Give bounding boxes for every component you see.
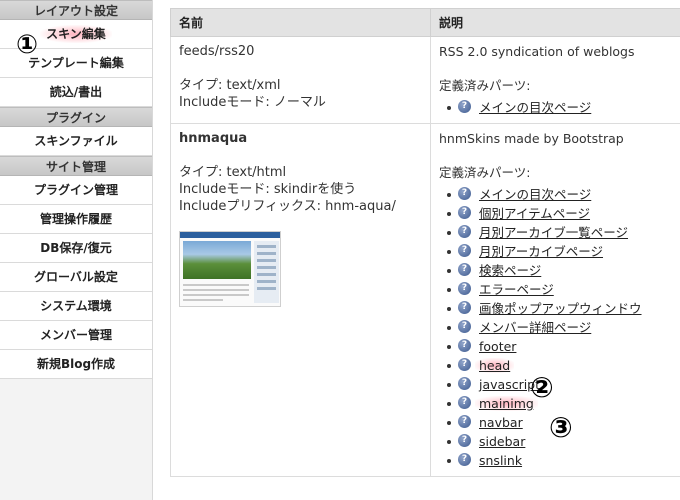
part-link[interactable]: head xyxy=(475,358,515,373)
table-row: feeds/rss20 タイプ: text/xml Includeモード: ノー… xyxy=(170,36,680,124)
skin-name: hnmaqua xyxy=(179,131,248,146)
part-link[interactable]: footer xyxy=(479,339,516,354)
help-icon[interactable]: ? xyxy=(458,206,471,219)
list-item: ? 月別アーカイブページ xyxy=(439,242,674,261)
list-item: ? メンバー詳細ページ xyxy=(439,318,674,337)
help-icon[interactable]: ? xyxy=(458,453,471,466)
sidebar-item-label: 新規Blog作成 xyxy=(36,357,116,371)
skin-description-cell: RSS 2.0 syndication of weblogs 定義済みパーツ: … xyxy=(430,36,680,124)
part-link[interactable]: エラーページ xyxy=(479,282,554,297)
part-link[interactable]: snslink xyxy=(479,453,522,468)
skin-name-cell: hnmaqua タイプ: text/html Includeモード: skind… xyxy=(170,123,431,477)
skin-include-mode: Includeモード: skindirを使う xyxy=(179,182,357,197)
sidebar-heading-site-admin: サイト管理 xyxy=(0,156,152,176)
table-header-row: 名前 説明 xyxy=(170,8,680,37)
help-icon[interactable]: ? xyxy=(458,320,471,333)
help-icon[interactable]: ? xyxy=(458,377,471,390)
help-icon[interactable]: ? xyxy=(458,100,471,113)
sidebar-heading-plugins: プラグイン xyxy=(0,107,152,127)
part-link[interactable]: 月別アーカイブページ xyxy=(479,244,603,259)
list-item: ? footer xyxy=(439,337,674,356)
part-link[interactable]: 検索ページ xyxy=(479,263,541,278)
part-link[interactable]: 個別アイテムページ xyxy=(479,206,590,221)
sidebar-item-db-backup[interactable]: DB保存/復元 xyxy=(0,234,152,263)
list-item: ? メインの目次ページ xyxy=(439,185,674,204)
list-item: ? head xyxy=(439,356,674,375)
sidebar-item-new-blog[interactable]: 新規Blog作成 xyxy=(0,350,152,379)
part-link[interactable]: 画像ポップアップウィンドウ xyxy=(479,301,642,316)
sidebar-item-plugin-admin[interactable]: プラグイン管理 xyxy=(0,176,152,205)
sidebar-item-action-log[interactable]: 管理操作履歴 xyxy=(0,205,152,234)
part-link[interactable]: メインの目次ページ xyxy=(479,100,591,115)
help-icon[interactable]: ? xyxy=(458,263,471,276)
help-icon[interactable]: ? xyxy=(458,434,471,447)
help-icon[interactable]: ? xyxy=(458,339,471,352)
list-item: ? snslink xyxy=(439,451,674,470)
list-item: ? 画像ポップアップウィンドウ xyxy=(439,299,674,318)
parts-list: ? メインの目次ページ xyxy=(439,98,674,117)
part-link[interactable]: sidebar xyxy=(479,434,525,449)
help-icon[interactable]: ? xyxy=(458,415,471,428)
parts-label: 定義済みパーツ: xyxy=(439,78,531,93)
skin-name: feeds/rss20 xyxy=(179,44,255,59)
sidebar-item-import-export[interactable]: 読込/書出 xyxy=(0,78,152,107)
sidebar-item-label: 管理操作履歴 xyxy=(39,212,112,226)
help-icon[interactable]: ? xyxy=(458,282,471,295)
skin-name-cell: feeds/rss20 タイプ: text/xml Includeモード: ノー… xyxy=(170,36,431,124)
sidebar-item-label: グローバル設定 xyxy=(34,270,118,284)
part-link[interactable]: navbar xyxy=(479,415,523,430)
skin-type: タイプ: text/html xyxy=(179,165,287,180)
sidebar-item-system-env[interactable]: システム環境 xyxy=(0,292,152,321)
help-icon[interactable]: ? xyxy=(458,358,471,371)
sidebar-item-label: テンプレート編集 xyxy=(28,56,124,70)
sidebar-item-label: メンバー管理 xyxy=(39,328,112,342)
sidebar-item-label: スキン編集 xyxy=(40,25,112,43)
sidebar-item-label: スキンファイル xyxy=(34,134,118,148)
sidebar-item-label: DB保存/復元 xyxy=(40,241,112,255)
column-header-name: 名前 xyxy=(170,8,431,37)
sidebar-item-label: 読込/書出 xyxy=(49,85,103,99)
annotation-marker-2: ② xyxy=(530,371,554,404)
sidebar-item-label: プラグイン管理 xyxy=(33,183,118,197)
admin-sidebar: レイアウト設定 スキン編集 テンプレート編集 読込/書出 プラグイン スキンファ… xyxy=(0,0,153,500)
skin-table: 名前 説明 feeds/rss20 タイプ: text/xml Includeモ… xyxy=(170,8,680,477)
part-link[interactable]: メンバー詳細ページ xyxy=(479,320,591,335)
sidebar-item-skin-files[interactable]: スキンファイル xyxy=(0,127,152,156)
sidebar-item-member-admin[interactable]: メンバー管理 xyxy=(0,321,152,350)
list-item: ? 月別アーカイブ一覧ページ xyxy=(439,223,674,242)
help-icon[interactable]: ? xyxy=(458,301,471,314)
help-icon[interactable]: ? xyxy=(458,187,471,200)
annotation-marker-1: ① xyxy=(16,30,39,60)
skin-description: RSS 2.0 syndication of weblogs xyxy=(439,44,635,59)
annotation-marker-3: ③ xyxy=(549,411,573,444)
part-link[interactable]: メインの目次ページ xyxy=(479,187,591,202)
column-header-description: 説明 xyxy=(430,8,680,37)
skin-include-mode: Includeモード: ノーマル xyxy=(179,95,326,110)
list-item: ? エラーページ xyxy=(439,280,674,299)
help-icon[interactable]: ? xyxy=(458,244,471,257)
sidebar-heading-layout: レイアウト設定 xyxy=(0,0,152,20)
list-item: ? 検索ページ xyxy=(439,261,674,280)
skin-thumbnail xyxy=(179,231,281,307)
sidebar-item-label: システム環境 xyxy=(40,299,112,313)
skin-list-panel: 名前 説明 feeds/rss20 タイプ: text/xml Includeモ… xyxy=(170,8,680,500)
list-item: ? 個別アイテムページ xyxy=(439,204,674,223)
help-icon[interactable]: ? xyxy=(458,225,471,238)
part-link[interactable]: 月別アーカイブ一覧ページ xyxy=(479,225,628,240)
skin-type: タイプ: text/xml xyxy=(179,78,281,93)
part-link[interactable]: mainimg xyxy=(475,396,538,411)
skin-description: hnmSkins made by Bootstrap xyxy=(439,131,624,146)
list-item: ? メインの目次ページ xyxy=(439,98,674,117)
list-item: ? javascript xyxy=(439,375,674,394)
skin-include-prefix: Includeプリフィックス: hnm-aqua/ xyxy=(179,199,396,214)
table-row: hnmaqua タイプ: text/html Includeモード: skind… xyxy=(170,123,680,477)
sidebar-item-global-settings[interactable]: グローバル設定 xyxy=(0,263,152,292)
parts-label: 定義済みパーツ: xyxy=(439,165,531,180)
help-icon[interactable]: ? xyxy=(458,396,471,409)
